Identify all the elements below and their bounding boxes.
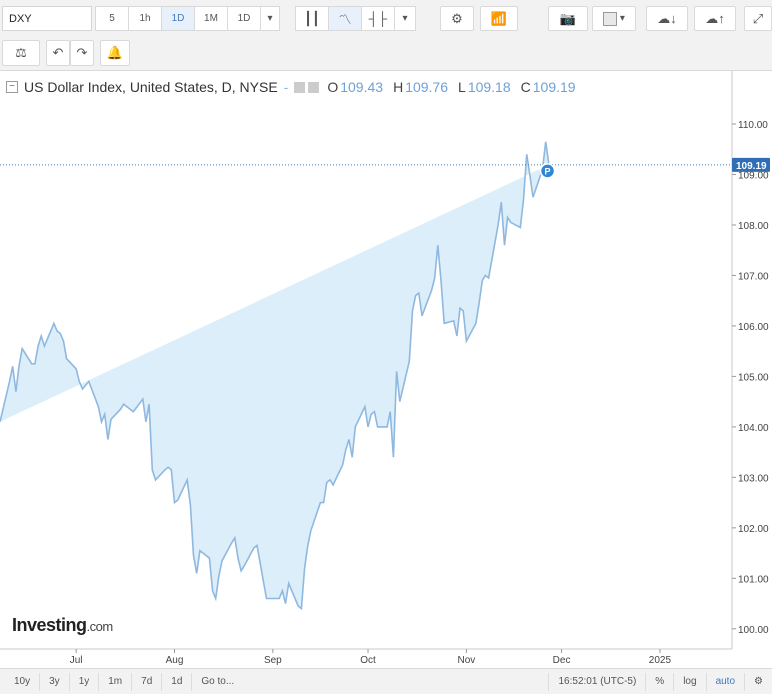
camera-icon: 📷 bbox=[559, 10, 577, 26]
interval-1h[interactable]: 1h bbox=[128, 6, 162, 31]
clock: 16:52:01 (UTC-5) bbox=[548, 672, 647, 691]
toolbar: 5 1h 1D 1M 1D ▾ ┃┃ 〽 ┤├ ▾ ⚙ 📶 📷 ▾ ☁↓ ☁↑ … bbox=[0, 0, 772, 70]
bell-plus-icon: 🔔 bbox=[106, 45, 124, 60]
event-marker-label: P bbox=[545, 166, 551, 176]
fullscreen-button[interactable]: ⤢ bbox=[744, 6, 772, 31]
chart-type-dropdown[interactable]: ▾ bbox=[394, 6, 416, 31]
range-1d[interactable]: 1d bbox=[162, 672, 193, 691]
range-3y[interactable]: 3y bbox=[40, 672, 70, 691]
x-tick-label: Sep bbox=[264, 655, 282, 666]
indicators-icon: 📶 bbox=[490, 10, 508, 26]
cloud-download-button[interactable]: ☁↓ bbox=[646, 6, 688, 31]
chart-type-group: ┃┃ 〽 ┤├ ▾ bbox=[295, 6, 416, 31]
y-tick-label: 107.00 bbox=[738, 271, 769, 282]
goto-button[interactable]: Go to... bbox=[192, 673, 243, 691]
y-tick-label: 109.00 bbox=[738, 170, 769, 181]
x-tick-label: Oct bbox=[360, 655, 376, 666]
indicators-button[interactable]: 📶 bbox=[480, 6, 518, 31]
chevron-down-icon: ▾ bbox=[267, 13, 273, 24]
alert-button[interactable]: 🔔 bbox=[100, 40, 130, 66]
chart-panel[interactable]: − US Dollar Index, United States, D, NYS… bbox=[0, 70, 772, 669]
y-tick-label: 104.00 bbox=[738, 423, 769, 434]
cloud-upload-button[interactable]: ☁↑ bbox=[694, 6, 736, 31]
y-tick-label: 105.00 bbox=[738, 372, 769, 383]
candlestick-icon: ┃┃ bbox=[304, 10, 320, 26]
symbol-input[interactable] bbox=[2, 6, 92, 31]
series-area bbox=[0, 141, 549, 609]
redo-button[interactable]: ↷ bbox=[70, 40, 94, 66]
interval-dropdown-arrow[interactable]: ▾ bbox=[260, 6, 280, 31]
range-7d[interactable]: 7d bbox=[132, 672, 163, 691]
interval-1d-dropdown[interactable]: 1D bbox=[227, 6, 261, 31]
gear-icon: ⚙ bbox=[754, 676, 763, 687]
color-button[interactable]: ▾ bbox=[592, 6, 636, 31]
y-tick-label: 103.00 bbox=[738, 473, 769, 484]
y-tick-label: 101.00 bbox=[738, 574, 769, 585]
price-chart[interactable]: 100.00 101.00 102.00 103.00 104.00 105.00 106.… bbox=[0, 71, 772, 669]
cloud-download-icon: ☁↓ bbox=[657, 10, 677, 26]
y-tick-label: 110.00 bbox=[738, 120, 768, 131]
bars-icon: ┤├ bbox=[368, 11, 388, 26]
bottom-toolbar: 10y 3y 1y 1m 7d 1d Go to... 16:52:01 (UT… bbox=[0, 668, 772, 694]
auto-toggle[interactable]: auto bbox=[707, 672, 746, 691]
x-tick-label: 2025 bbox=[649, 655, 672, 666]
range-1y[interactable]: 1y bbox=[70, 672, 100, 691]
cloud-upload-icon: ☁↑ bbox=[705, 10, 725, 26]
range-1m[interactable]: 1m bbox=[99, 672, 133, 691]
gear-icon: ⚙ bbox=[451, 10, 463, 26]
chevron-down-icon: ▾ bbox=[402, 13, 408, 24]
investing-logo: Investing.com bbox=[12, 615, 113, 635]
undo-icon: ↶ bbox=[52, 45, 64, 60]
y-tick-label: 108.00 bbox=[738, 221, 769, 232]
x-tick-label: Dec bbox=[553, 655, 571, 666]
compare-button[interactable]: ⚖ bbox=[2, 40, 40, 66]
area-chart-icon: 〽 bbox=[338, 12, 352, 27]
log-toggle[interactable]: log bbox=[674, 672, 707, 691]
y-tick-label: 100.00 bbox=[738, 625, 769, 636]
settings-button[interactable]: ⚙ bbox=[440, 6, 474, 31]
scales-icon: ⚖ bbox=[15, 45, 27, 60]
fullscreen-icon: ⤢ bbox=[752, 10, 764, 26]
candlestick-button[interactable]: ┃┃ bbox=[295, 6, 329, 31]
y-tick-label: 106.00 bbox=[738, 322, 769, 333]
color-square-icon bbox=[603, 11, 618, 26]
chevron-down-icon: ▾ bbox=[619, 13, 625, 24]
line-chart-button[interactable]: 〽 bbox=[328, 6, 362, 31]
last-price-label: 109.19 bbox=[736, 161, 767, 172]
undo-button[interactable]: ↶ bbox=[46, 40, 70, 66]
interval-1m[interactable]: 1M bbox=[194, 6, 228, 31]
interval-5[interactable]: 5 bbox=[95, 6, 129, 31]
bars-button[interactable]: ┤├ bbox=[361, 6, 395, 31]
range-10y[interactable]: 10y bbox=[0, 672, 41, 691]
scale-settings[interactable]: ⚙ bbox=[745, 673, 772, 691]
y-tick-label: 102.00 bbox=[738, 524, 769, 535]
x-tick-label: Aug bbox=[166, 655, 184, 666]
interval-1d[interactable]: 1D bbox=[161, 6, 195, 31]
snapshot-button[interactable]: 📷 bbox=[548, 6, 588, 31]
interval-group: 5 1h 1D 1M 1D ▾ bbox=[95, 6, 280, 31]
redo-icon: ↷ bbox=[76, 45, 88, 60]
x-tick-label: Nov bbox=[457, 655, 475, 666]
x-tick-label: Jul bbox=[70, 655, 83, 666]
percent-toggle[interactable]: % bbox=[646, 672, 675, 691]
